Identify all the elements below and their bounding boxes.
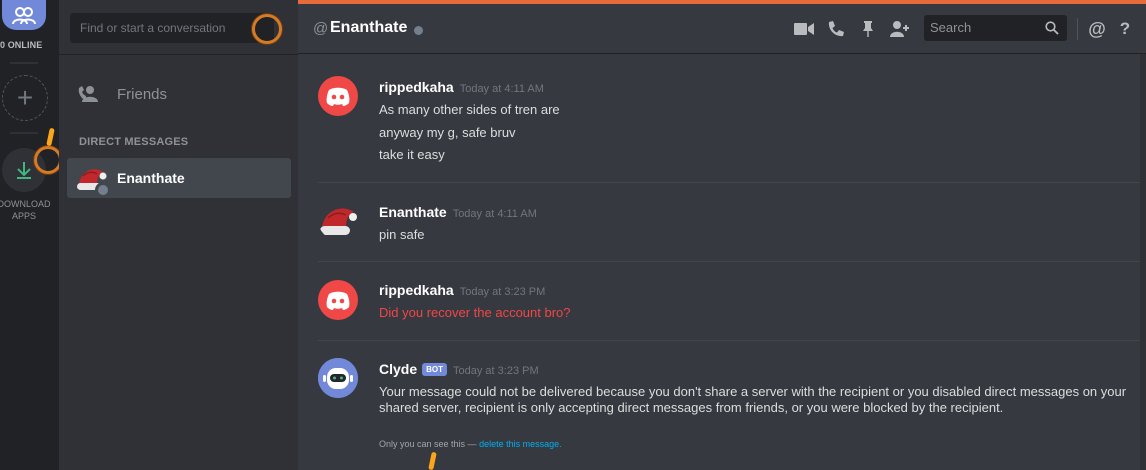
message-timestamp: Today at 3:23 PM	[453, 365, 539, 377]
pin-icon	[863, 21, 873, 37]
add-server-button[interactable]: +	[2, 75, 48, 121]
plus-icon: +	[16, 82, 34, 113]
friends-label: Friends	[117, 85, 168, 103]
voice-call-icon	[828, 21, 844, 37]
at-symbol: @	[313, 20, 329, 37]
server-list: 0 ONLINE + DOWNLOAD APPS	[0, 0, 62, 470]
message-timestamp: Today at 3:23 PM	[459, 286, 546, 298]
clyde-bot-icon	[318, 358, 358, 398]
message-text: anyway my g, safe bruv	[379, 125, 516, 140]
mentions-icon: @	[1088, 18, 1106, 39]
friends-nav-item[interactable]: Friends	[67, 77, 291, 111]
help-icon: ?	[1119, 19, 1131, 38]
message-divider	[318, 182, 1140, 183]
search-icon	[1045, 21, 1059, 35]
tutorial-indicator-ring[interactable]	[34, 146, 62, 174]
friends-icon	[78, 86, 98, 102]
santa-hat-icon	[320, 208, 357, 235]
message-list: rippedkaha Today at 4:11 AM As many other…	[298, 54, 1146, 470]
add-friend-icon	[890, 21, 909, 37]
video-call-icon	[794, 23, 814, 35]
tutorial-indicator-ring[interactable]	[252, 14, 282, 44]
message-divider	[318, 261, 1140, 262]
discord-logo-avatar[interactable]	[318, 76, 358, 116]
mentions-button[interactable]: @	[1086, 18, 1108, 40]
delete-message-link[interactable]: delete this message.	[479, 439, 562, 449]
download-apps-label: DOWNLOAD APPS	[0, 199, 51, 221]
clyde-avatar[interactable]	[318, 358, 358, 398]
dm-conversation-name: Enanthate	[117, 170, 185, 186]
dm-sidebar: Find or start a conversation Friends DIR…	[59, 0, 298, 470]
channel-header: @ Enanthate Search @ ?	[298, 4, 1146, 54]
search-placeholder: Search	[930, 20, 972, 35]
system-message-text: Your message could not be delivered beca…	[379, 384, 1127, 415]
offline-status-indicator	[95, 182, 111, 198]
server-divider	[10, 62, 38, 64]
santa-hat-avatar[interactable]	[318, 200, 358, 240]
friends-home-icon	[12, 7, 36, 25]
add-friend-button[interactable]	[889, 18, 911, 40]
message-author[interactable]: rippedkaha Today at 4:11 AM	[379, 79, 544, 95]
home-button[interactable]	[2, 0, 46, 30]
bot-badge: BOT	[422, 363, 448, 376]
message-text: take it easy	[379, 147, 445, 162]
pinned-messages-button[interactable]	[857, 18, 879, 40]
discord-logo-icon	[326, 87, 350, 106]
recipient-status-dot	[414, 26, 423, 35]
tutorial-exclamation-icon	[46, 127, 55, 147]
message-author[interactable]: rippedkaha Today at 3:23 PM	[379, 282, 545, 298]
message-text: pin safe	[379, 227, 425, 242]
discord-logo-avatar[interactable]	[318, 280, 358, 320]
message-scrollbar[interactable]	[1140, 54, 1146, 470]
message-author[interactable]: Clyde BOT Today at 3:23 PM	[379, 361, 539, 377]
failed-message-text: Did you recover the account bro?	[379, 305, 571, 320]
tutorial-exclamation-icon	[428, 451, 437, 470]
channel-title: Enanthate	[330, 19, 408, 36]
message-divider	[318, 340, 1140, 341]
voice-call-button[interactable]	[825, 18, 847, 40]
download-icon	[17, 162, 31, 179]
ephemeral-notice: Only you can see this — delete this mess…	[379, 439, 562, 449]
message-search-input[interactable]: Search	[924, 15, 1067, 41]
message-text: As many other sides of tren are	[379, 102, 560, 117]
message-timestamp: Today at 4:11 AM	[452, 208, 537, 220]
video-call-button[interactable]	[793, 18, 815, 40]
server-divider	[10, 132, 38, 134]
dm-conversation-item[interactable]: Enanthate	[67, 158, 291, 198]
message-timestamp: Today at 4:11 AM	[459, 83, 544, 95]
discord-logo-icon	[326, 291, 350, 310]
sidebar-divider	[59, 54, 298, 55]
message-author[interactable]: Enanthate Today at 4:11 AM	[379, 204, 537, 220]
online-count: 0 ONLINE	[0, 40, 43, 50]
help-button[interactable]: ?	[1114, 18, 1136, 40]
conversation-search-input[interactable]: Find or start a conversation	[70, 13, 274, 43]
direct-messages-header: DIRECT MESSAGES	[79, 136, 189, 148]
header-divider	[1077, 18, 1078, 40]
